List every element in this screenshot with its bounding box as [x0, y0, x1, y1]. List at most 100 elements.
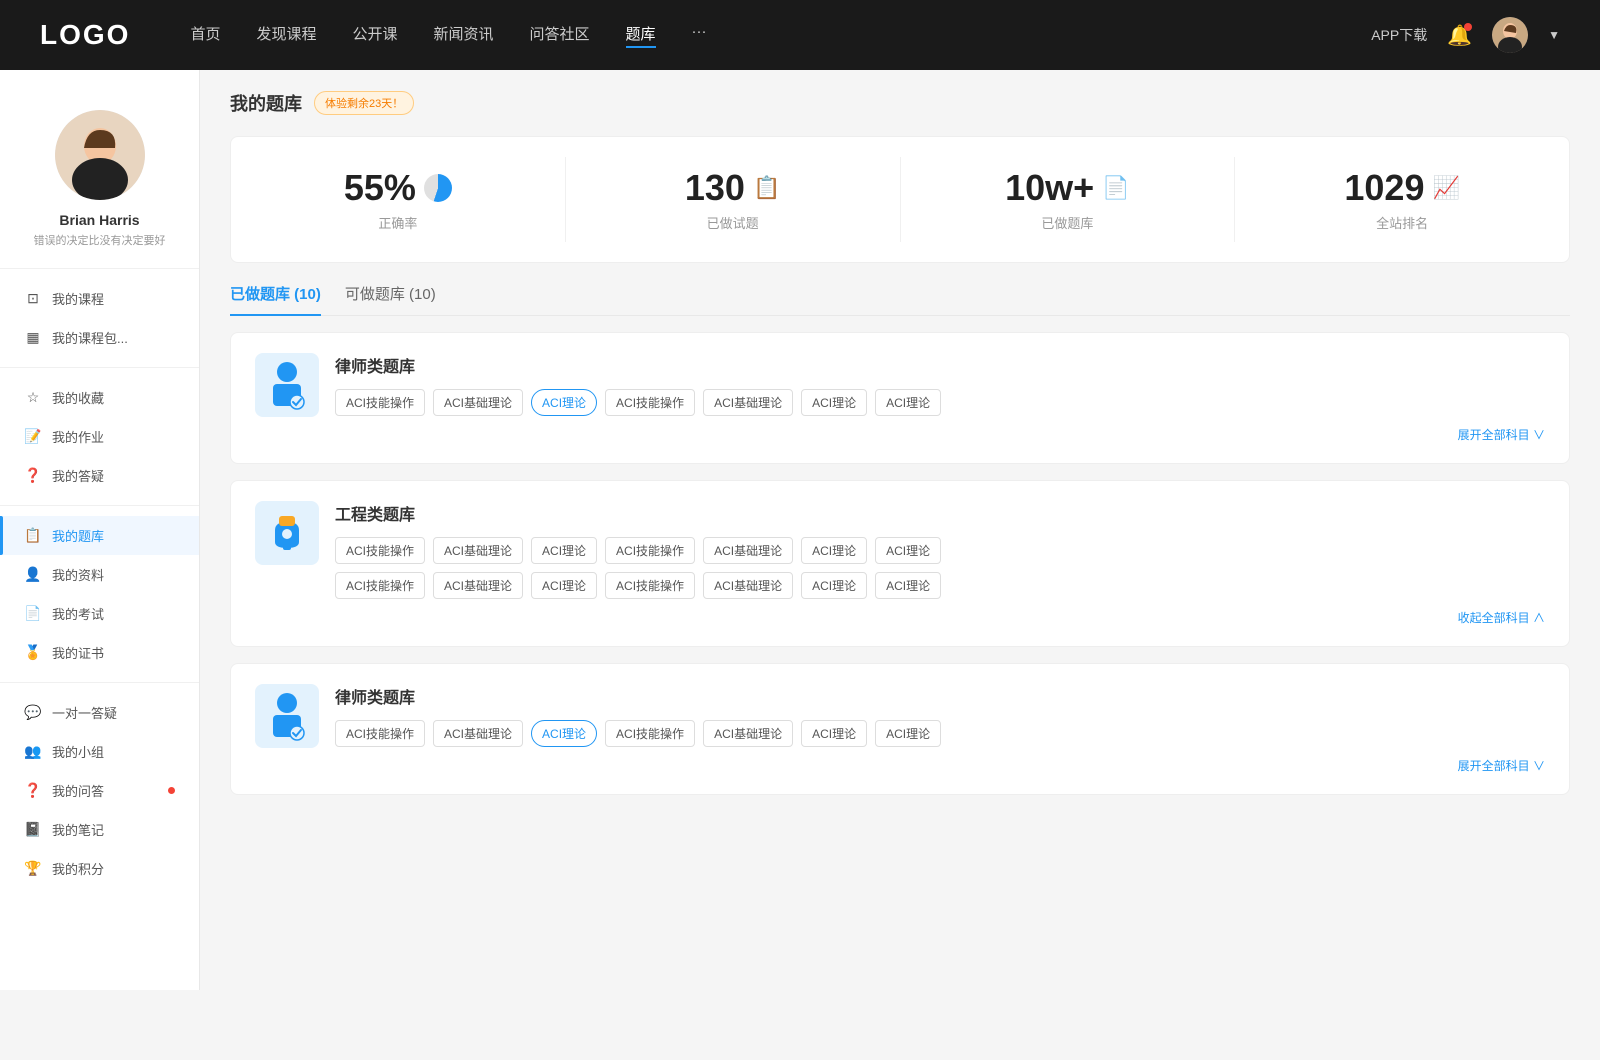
- stat-value-row: 55%: [251, 167, 545, 209]
- bank-expand-3[interactable]: 展开全部科目 ∨: [335, 757, 1545, 774]
- bank-expand-1[interactable]: 展开全部科目 ∨: [335, 426, 1545, 443]
- notification-bell[interactable]: 🔔: [1447, 23, 1472, 48]
- avatar-img: [1492, 17, 1528, 53]
- stat-done-banks: 10w+ 📄 已做题库: [901, 157, 1236, 242]
- bank-icon: 📋: [24, 527, 42, 544]
- bank-tag[interactable]: ACI理论: [875, 537, 941, 564]
- sidebar-item-qa[interactable]: ❓ 我的答疑: [0, 456, 199, 495]
- nav-links: 首页 发现课程 公开课 新闻资讯 问答社区 题库 ···: [190, 23, 1371, 48]
- bank-info-1: 律师类题库 ACI技能操作 ACI基础理论 ACI理论 ACI技能操作 ACI基…: [335, 353, 1545, 443]
- sidebar-menu: ⊡ 我的课程 ▦ 我的课程包... ☆ 我的收藏 📝 我的作业 ❓ 我的答疑: [0, 279, 199, 908]
- nav-home[interactable]: 首页: [190, 23, 220, 48]
- bank-tag[interactable]: ACI基础理论: [433, 720, 523, 747]
- nav-bank[interactable]: 题库: [626, 23, 656, 48]
- bank-tag[interactable]: ACI技能操作: [605, 537, 695, 564]
- nav-right: APP下载 🔔 ▼: [1371, 17, 1560, 53]
- bank-tag[interactable]: ACI理论: [875, 720, 941, 747]
- sidebar-item-group[interactable]: 👥 我的小组: [0, 732, 199, 771]
- done-b-value: 10w+: [1005, 167, 1094, 209]
- bank-tag[interactable]: ACI技能操作: [605, 389, 695, 416]
- sidebar: Brian Harris 错误的决定比没有决定要好 ⊡ 我的课程 ▦ 我的课程包…: [0, 70, 200, 990]
- sidebar-item-notes[interactable]: 📓 我的笔记: [0, 810, 199, 849]
- bank-info-3: 律师类题库 ACI技能操作 ACI基础理论 ACI理论 ACI技能操作 ACI基…: [335, 684, 1545, 774]
- profile-icon: 👤: [24, 566, 42, 583]
- stat-accuracy: 55% 正确率: [231, 157, 566, 242]
- bank-tag-active[interactable]: ACI理论: [531, 389, 597, 416]
- sidebar-label: 我的题库: [52, 526, 175, 545]
- bank-tag[interactable]: ACI理论: [875, 572, 941, 599]
- sidebar-item-favorites[interactable]: ☆ 我的收藏: [0, 378, 199, 417]
- list-icon-yellow: 📄: [1102, 175, 1129, 201]
- bank-tag[interactable]: ACI技能操作: [605, 572, 695, 599]
- bank-collapse-2[interactable]: 收起全部科目 ∧: [335, 609, 1545, 626]
- sidebar-item-course-pack[interactable]: ▦ 我的课程包...: [0, 318, 199, 357]
- bank-tag[interactable]: ACI理论: [801, 389, 867, 416]
- sidebar-item-my-course[interactable]: ⊡ 我的课程: [0, 279, 199, 318]
- user-menu-chevron[interactable]: ▼: [1548, 28, 1560, 42]
- points-icon: 🏆: [24, 860, 42, 877]
- sidebar-label: 我的课程包...: [52, 328, 175, 347]
- logo[interactable]: LOGO: [40, 19, 130, 51]
- sidebar-divider4: [0, 682, 199, 683]
- nav-more[interactable]: ···: [692, 23, 707, 48]
- nav-open-course[interactable]: 公开课: [352, 23, 397, 48]
- bank-tag[interactable]: ACI基础理论: [703, 389, 793, 416]
- bank-tag[interactable]: ACI技能操作: [335, 720, 425, 747]
- bank-tag[interactable]: ACI理论: [801, 720, 867, 747]
- bank-tag[interactable]: ACI基础理论: [703, 572, 793, 599]
- sidebar-item-question[interactable]: ❓ 我的问答: [0, 771, 199, 810]
- nav-discover[interactable]: 发现课程: [256, 23, 316, 48]
- sidebar-label: 我的小组: [52, 742, 175, 761]
- bank-tag[interactable]: ACI技能操作: [605, 720, 695, 747]
- bank-tag[interactable]: ACI理论: [531, 572, 597, 599]
- bank-info-2: 工程类题库 ACI技能操作 ACI基础理论 ACI理论 ACI技能操作 ACI基…: [335, 501, 1545, 626]
- notes-icon: 📓: [24, 821, 42, 838]
- cert-icon: 🏅: [24, 644, 42, 661]
- sidebar-username: Brian Harris: [20, 212, 179, 228]
- bank-icon-1: [255, 353, 319, 417]
- bank-tag[interactable]: ACI技能操作: [335, 537, 425, 564]
- sidebar-item-profile[interactable]: 👤 我的资料: [0, 555, 199, 594]
- sidebar-divider2: [0, 367, 199, 368]
- bank-card-2: 工程类题库 ACI技能操作 ACI基础理论 ACI理论 ACI技能操作 ACI基…: [230, 480, 1570, 647]
- sidebar-item-points[interactable]: 🏆 我的积分: [0, 849, 199, 888]
- tab-available[interactable]: 可做题库 (10): [345, 283, 436, 316]
- user-avatar[interactable]: [1492, 17, 1528, 53]
- sidebar-divider3: [0, 505, 199, 506]
- sidebar-label: 我的考试: [52, 604, 175, 623]
- bank-tags-row2-2: ACI技能操作 ACI基础理论 ACI理论 ACI技能操作 ACI基础理论 AC…: [335, 572, 1545, 599]
- sidebar-item-exam[interactable]: 📄 我的考试: [0, 594, 199, 633]
- stat-rank: 1029 📈 全站排名: [1235, 157, 1569, 242]
- bank-tag[interactable]: ACI基础理论: [433, 537, 523, 564]
- bank-tag[interactable]: ACI基础理论: [433, 572, 523, 599]
- nav-news[interactable]: 新闻资讯: [434, 23, 494, 48]
- tab-done[interactable]: 已做题库 (10): [230, 283, 321, 316]
- sidebar-item-certificate[interactable]: 🏅 我的证书: [0, 633, 199, 672]
- bank-icon-3: [255, 684, 319, 748]
- bank-tag-active[interactable]: ACI理论: [531, 720, 597, 747]
- bank-tag[interactable]: ACI理论: [875, 389, 941, 416]
- bank-tag[interactable]: ACI理论: [801, 572, 867, 599]
- nav-qa[interactable]: 问答社区: [530, 23, 590, 48]
- app-download[interactable]: APP下载: [1371, 25, 1427, 45]
- bank-tag[interactable]: ACI基础理论: [703, 720, 793, 747]
- sidebar-item-1to1[interactable]: 💬 一对一答疑: [0, 693, 199, 732]
- bank-title-2: 工程类题库: [335, 501, 1545, 525]
- sidebar-label: 我的问答: [52, 781, 156, 800]
- rank-value: 1029: [1344, 167, 1424, 209]
- sidebar-avatar: [55, 110, 145, 200]
- chat-icon: 💬: [24, 704, 42, 721]
- qa-icon: ❓: [24, 467, 42, 484]
- bank-tag[interactable]: ACI基础理论: [703, 537, 793, 564]
- bank-tag[interactable]: ACI理论: [801, 537, 867, 564]
- sidebar-item-homework[interactable]: 📝 我的作业: [0, 417, 199, 456]
- bank-card-header-1: 律师类题库 ACI技能操作 ACI基础理论 ACI理论 ACI技能操作 ACI基…: [255, 353, 1545, 443]
- bank-tag[interactable]: ACI理论: [531, 537, 597, 564]
- sidebar-item-bank[interactable]: 📋 我的题库: [0, 516, 199, 555]
- page-header: 我的题库 体验剩余23天！: [230, 90, 1570, 116]
- bank-tag[interactable]: ACI技能操作: [335, 389, 425, 416]
- bank-tag[interactable]: ACI基础理论: [433, 389, 523, 416]
- bank-tags-3: ACI技能操作 ACI基础理论 ACI理论 ACI技能操作 ACI基础理论 AC…: [335, 720, 1545, 747]
- done-q-label: 已做试题: [586, 213, 880, 232]
- bank-tag[interactable]: ACI技能操作: [335, 572, 425, 599]
